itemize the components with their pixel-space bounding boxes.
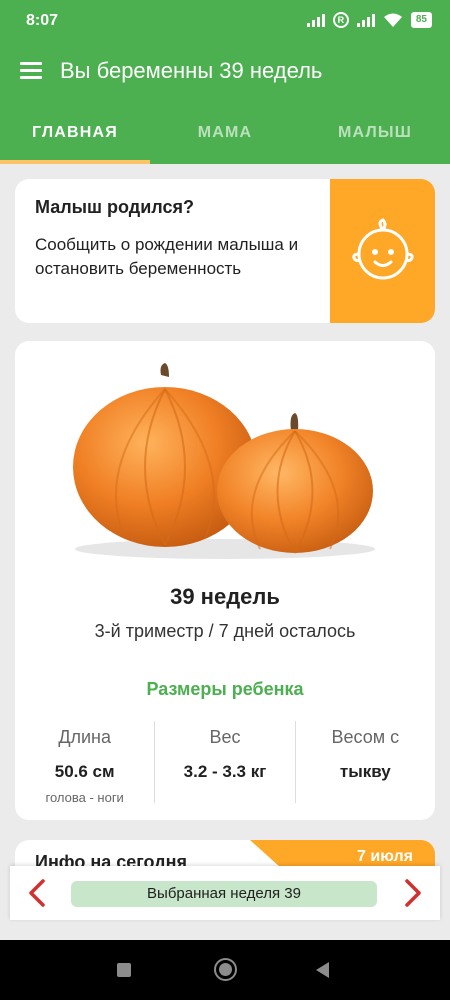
- battery-icon: 85: [410, 12, 432, 28]
- week-card: 39 недель 3-й триместр / 7 дней осталось…: [15, 341, 435, 820]
- stat-comparison: Весом с тыкву: [296, 721, 435, 803]
- stat-weight-value: 3.2 - 3.3 кг: [183, 762, 267, 781]
- week-title: 39 недель: [170, 584, 280, 609]
- status-time: 8:07: [26, 12, 59, 29]
- stat-length-label: Длина: [58, 727, 112, 747]
- status-icons: R 85: [306, 12, 432, 28]
- signal-icon-2: [356, 13, 375, 27]
- stat-weight-label: Вес: [209, 727, 241, 747]
- previous-week-button[interactable]: [22, 878, 52, 908]
- stat-length-sub: голова - ноги: [45, 790, 124, 805]
- baby-born-card[interactable]: Малыш родился? Сообщить о рождении малыш…: [15, 179, 435, 323]
- status-bar: 8:07 R 85: [0, 0, 450, 42]
- tab-mom[interactable]: МАМА: [150, 102, 300, 164]
- chevron-right-icon: [405, 879, 421, 907]
- selected-week-label[interactable]: Выбранная неделя 39: [71, 881, 377, 907]
- next-week-button[interactable]: [398, 878, 428, 908]
- signal-icon: [306, 13, 325, 27]
- baby-sizes-title: Размеры ребенка: [146, 679, 304, 699]
- chevron-left-icon: [29, 879, 45, 907]
- tab-baby[interactable]: МАЛЫШ: [300, 102, 450, 164]
- stat-weight: Вес 3.2 - 3.3 кг: [155, 721, 296, 803]
- stat-length-value: 50.6 см: [54, 762, 115, 781]
- tab-main[interactable]: ГЛАВНАЯ: [0, 102, 150, 164]
- tab-bar: ГЛАВНАЯ МАМА МАЛЫШ: [0, 102, 450, 164]
- trimester-text: 3-й триместр / 7 дней осталось: [94, 621, 356, 641]
- baby-born-description: Сообщить о рождении малыша и остановить …: [35, 235, 299, 278]
- week-selector: Выбранная неделя 39: [10, 866, 440, 920]
- menu-icon[interactable]: [20, 62, 42, 80]
- stat-length: Длина 50.6 см голова - ноги: [15, 721, 156, 805]
- recent-apps-icon[interactable]: [117, 963, 131, 977]
- app-bar: Вы беременны 39 недель: [0, 42, 450, 102]
- stat-comparison-label: Весом с: [331, 727, 400, 747]
- wifi-icon: [383, 13, 402, 27]
- back-icon[interactable]: [316, 962, 329, 978]
- pumpkin-image: [73, 363, 375, 559]
- baby-face-panel: [330, 179, 435, 323]
- baby-born-heading: Малыш родился?: [35, 197, 194, 217]
- system-nav-bar: [0, 940, 450, 1000]
- roaming-icon: R: [332, 12, 349, 28]
- stat-comparison-value: тыкву: [339, 762, 391, 781]
- page-title: Вы беременны 39 недель: [60, 58, 323, 83]
- date-text: 7 июля: [357, 848, 413, 865]
- baby-stats: Длина 50.6 см голова - ноги Вес 3.2 - 3.…: [15, 721, 435, 805]
- baby-face-icon: [351, 218, 414, 280]
- home-icon[interactable]: [214, 958, 237, 981]
